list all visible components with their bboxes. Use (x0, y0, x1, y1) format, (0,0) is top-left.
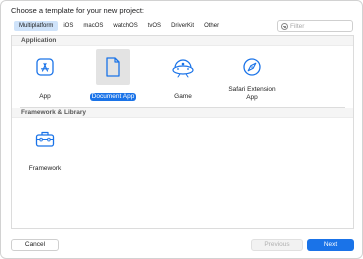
template-document-app-label: Document App (89, 93, 137, 101)
tab-watchos[interactable]: watchOS (108, 21, 142, 31)
template-framework-tile (28, 121, 62, 157)
platform-tab-bar: Multiplatform iOS macOS watchOS tvOS Dri… (14, 20, 224, 32)
filter-input[interactable] (290, 22, 350, 30)
toolbox-icon (35, 131, 55, 147)
previous-button[interactable]: Previous (251, 239, 303, 251)
dialog-prompt: Choose a template for your new project: (11, 6, 144, 15)
tab-driverkit[interactable]: DriverKit (166, 21, 199, 31)
template-safari-extension-app[interactable]: Safari Extension App (224, 49, 280, 104)
template-document-app[interactable]: Document App (87, 49, 139, 103)
safari-compass-icon (243, 58, 261, 76)
tab-tvos[interactable]: tvOS (143, 21, 166, 31)
template-app-label: App (39, 93, 51, 100)
filter-icon (281, 22, 288, 30)
next-button[interactable]: Next (307, 239, 354, 251)
template-list: Application App Document App Game Safari… (11, 35, 354, 229)
template-framework[interactable]: Framework (19, 121, 71, 175)
tab-multiplatform[interactable]: Multiplatform (14, 21, 59, 31)
cancel-button[interactable]: Cancel (11, 239, 59, 251)
document-icon (106, 57, 120, 77)
template-game-label: Game (174, 93, 192, 100)
template-document-app-tile (96, 49, 130, 85)
new-project-dialog: Choose a template for your new project: … (0, 0, 363, 259)
section-header-application: Application (12, 36, 353, 46)
template-app-tile (28, 49, 62, 85)
template-game-tile (166, 49, 200, 85)
app-store-icon (36, 58, 54, 76)
template-safari-extension-app-label: Safari Extension App (228, 86, 276, 101)
template-app[interactable]: App (19, 49, 71, 103)
template-framework-label: Framework (28, 165, 62, 172)
game-controller-icon (172, 59, 194, 78)
tab-other[interactable]: Other (199, 21, 224, 31)
tab-macos[interactable]: macOS (78, 21, 108, 31)
section-header-framework-library: Framework & Library (12, 108, 353, 118)
filter-field[interactable] (277, 20, 353, 32)
tab-ios[interactable]: iOS (58, 21, 78, 31)
template-game[interactable]: Game (157, 49, 209, 103)
template-safari-extension-app-tile (235, 49, 269, 85)
